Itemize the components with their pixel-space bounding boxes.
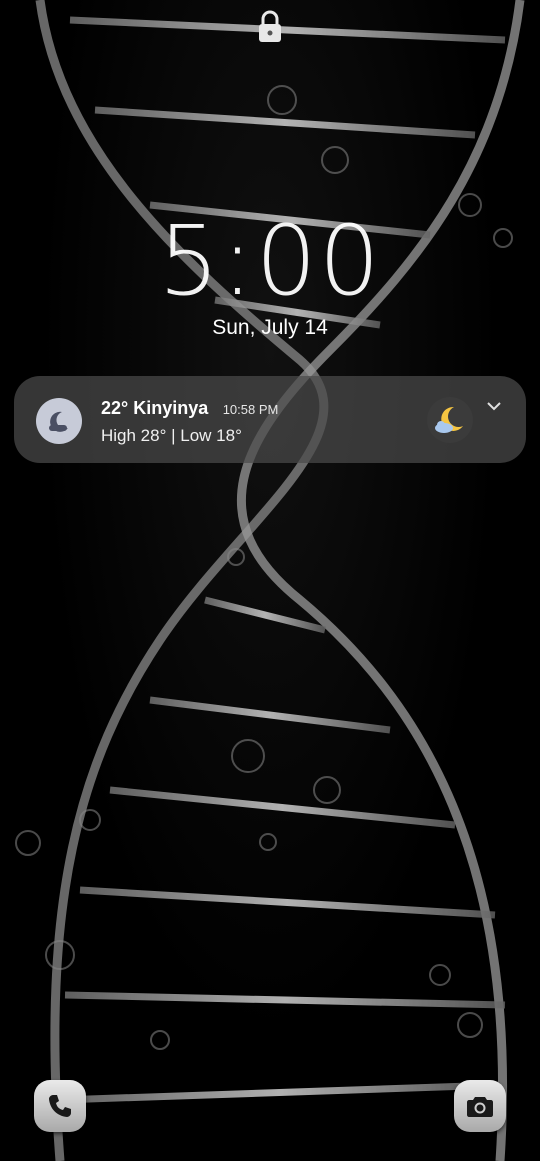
- weather-location-temperature: 22° Kinyinya: [101, 398, 209, 418]
- camera-icon: [467, 1097, 493, 1117]
- chevron-down-icon[interactable]: [484, 399, 504, 413]
- camera-shortcut[interactable]: [454, 1080, 506, 1132]
- weather-timestamp: 10:58 PM: [222, 402, 279, 417]
- lock-icon: [259, 10, 281, 42]
- weather-notification-card[interactable]: 22° Kinyinya 10:58 PM High 28° | Low 18°: [14, 376, 526, 463]
- dna-wallpaper: [0, 0, 540, 1161]
- lock-screen-clock: 5:00: [158, 205, 382, 317]
- lock-screen-date: Sun, July 14: [212, 316, 328, 339]
- moon-weather-app-icon: [36, 398, 82, 444]
- weather-high-low: High 28° | Low 18°: [101, 426, 242, 445]
- moon-cloud-icon: [427, 397, 473, 443]
- phone-shortcut[interactable]: [34, 1080, 86, 1132]
- dna-helix-graphic: [15, 0, 525, 1161]
- weather-title-row: 22° Kinyinya 10:58 PM: [101, 398, 278, 419]
- phone-icon: [49, 1095, 71, 1117]
